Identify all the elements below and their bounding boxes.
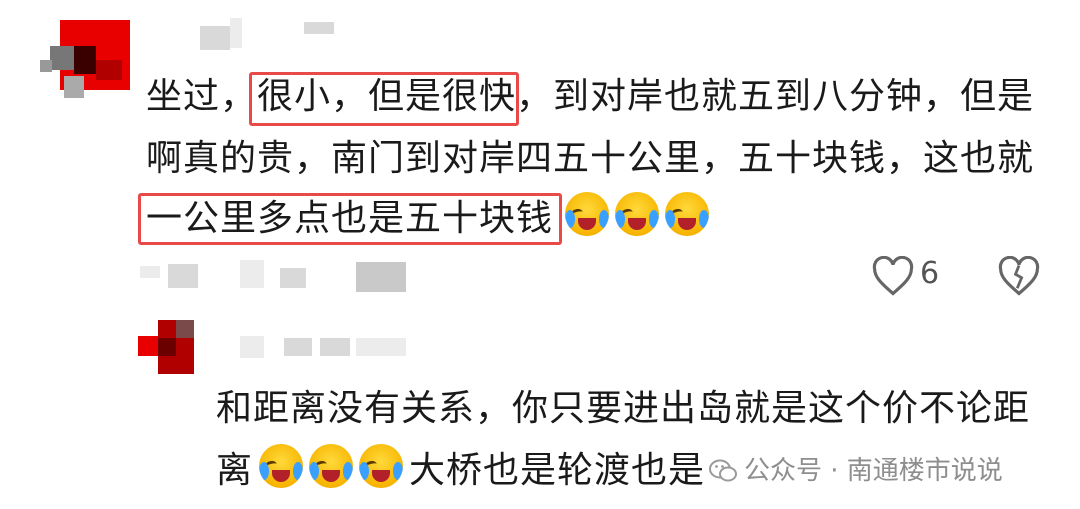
avatar[interactable]: [138, 320, 198, 376]
crying-laughing-emoji-icon: [259, 444, 304, 488]
comment-text-segment: ，到对岸也就五到八分钟，但是: [516, 76, 1035, 117]
wechat-icon: [709, 459, 737, 482]
reply-text: 和距离没有关系，你只要进出岛就是这个价不论距: [216, 388, 1031, 429]
crying-laughing-emoji-icon: [665, 192, 710, 236]
broken-heart-icon: [998, 255, 1040, 296]
dislike-button[interactable]: [998, 255, 1040, 296]
comment-meta: [140, 258, 440, 298]
crying-laughing-emoji-icon: [615, 192, 660, 236]
like-button[interactable]: 6: [872, 254, 952, 298]
comment-text-segment: 坐过，: [146, 76, 258, 117]
comment-text: 啊真的贵，南门到对岸四五十公里，五十块钱，这也就: [146, 138, 1035, 179]
reply-text: 离 大桥也是轮渡也是: [216, 442, 705, 500]
watermark: 公众号 · 南通楼市说说: [708, 450, 1003, 487]
reply-text-segment: 离: [216, 450, 254, 491]
heart-icon: [872, 256, 914, 296]
highlight-box: [138, 193, 562, 245]
reply-text-segment: 大桥也是轮渡也是: [409, 450, 706, 491]
highlight-box: [249, 72, 519, 126]
username[interactable]: [200, 18, 340, 58]
crying-laughing-emoji-icon: [309, 444, 354, 488]
like-count: 6: [920, 256, 940, 291]
crying-laughing-emoji-icon: [565, 192, 610, 236]
avatar[interactable]: [26, 20, 130, 102]
username[interactable]: [240, 332, 420, 362]
watermark-text: 公众号 · 南通楼市说说: [744, 456, 1003, 486]
crying-laughing-emoji-icon: [359, 444, 404, 488]
